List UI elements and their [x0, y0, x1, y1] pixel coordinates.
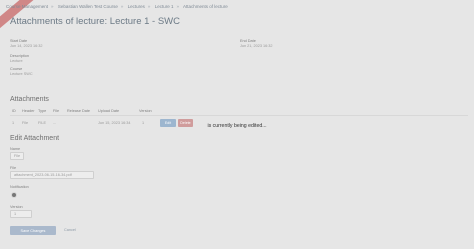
file-label: File — [10, 166, 17, 170]
breadcrumb-item[interactable]: Sebastian Wallen Test Course — [58, 4, 118, 9]
cancel-link[interactable]: Cancel — [64, 228, 76, 232]
page-title: Attachments of lecture: Lecture 1 - SWC — [10, 16, 181, 27]
save-changes-button[interactable]: Save Changes — [10, 226, 56, 235]
edit-attachment-heading: Edit Attachment — [10, 135, 60, 142]
column-header-release-date[interactable]: Release Date — [67, 109, 90, 113]
editing-status-message: is currently being edited... — [207, 123, 267, 129]
end-date-label: End Date — [240, 39, 256, 43]
table-divider — [10, 115, 468, 116]
course-label: Course — [10, 67, 23, 71]
breadcrumb-item[interactable]: Lectures — [128, 4, 145, 9]
column-header-version[interactable]: Version — [139, 109, 152, 113]
column-header-header[interactable]: Header — [22, 109, 34, 113]
file-input[interactable]: attachment_2023-06-15-16-34.pdf — [10, 171, 94, 179]
end-date-value: Jun 21, 2023 16:32 — [240, 44, 273, 48]
course-value: Lecture SWC — [10, 72, 33, 76]
breadcrumb-separator-icon: » — [120, 4, 124, 9]
breadcrumb-separator-icon: » — [51, 4, 54, 9]
breadcrumb-separator-icon: » — [176, 4, 179, 9]
notification-toggle[interactable] — [12, 193, 16, 197]
breadcrumb-separator-icon: » — [147, 4, 151, 9]
column-header-id[interactable]: ID — [12, 109, 16, 113]
page: Course Management» Sebastian Wallen Test… — [0, 0, 474, 249]
column-header-upload-date[interactable]: Upload Date — [98, 109, 119, 113]
column-header-file[interactable]: File — [53, 109, 59, 113]
name-input[interactable]: File — [10, 152, 24, 160]
attachments-heading: Attachments — [10, 96, 49, 103]
version-label: Version — [10, 205, 23, 209]
description-value: Lecture — [10, 59, 23, 63]
breadcrumb: Course Management» Sebastian Wallen Test… — [6, 4, 231, 9]
breadcrumb-item-current: Attachments of lecture — [182, 4, 228, 9]
start-date-label: Start Date — [10, 39, 28, 43]
start-date-value: Jun 14, 2023 16:32 — [10, 44, 43, 48]
column-header-type[interactable]: Type — [38, 109, 46, 113]
notification-label: Notification — [10, 185, 29, 189]
breadcrumb-item[interactable]: Lecture 1 — [155, 4, 174, 9]
name-label: Name — [10, 147, 21, 151]
version-input[interactable]: 1 — [10, 210, 32, 218]
description-label: Description — [10, 54, 29, 58]
breadcrumb-item[interactable]: Course Management — [6, 4, 48, 9]
